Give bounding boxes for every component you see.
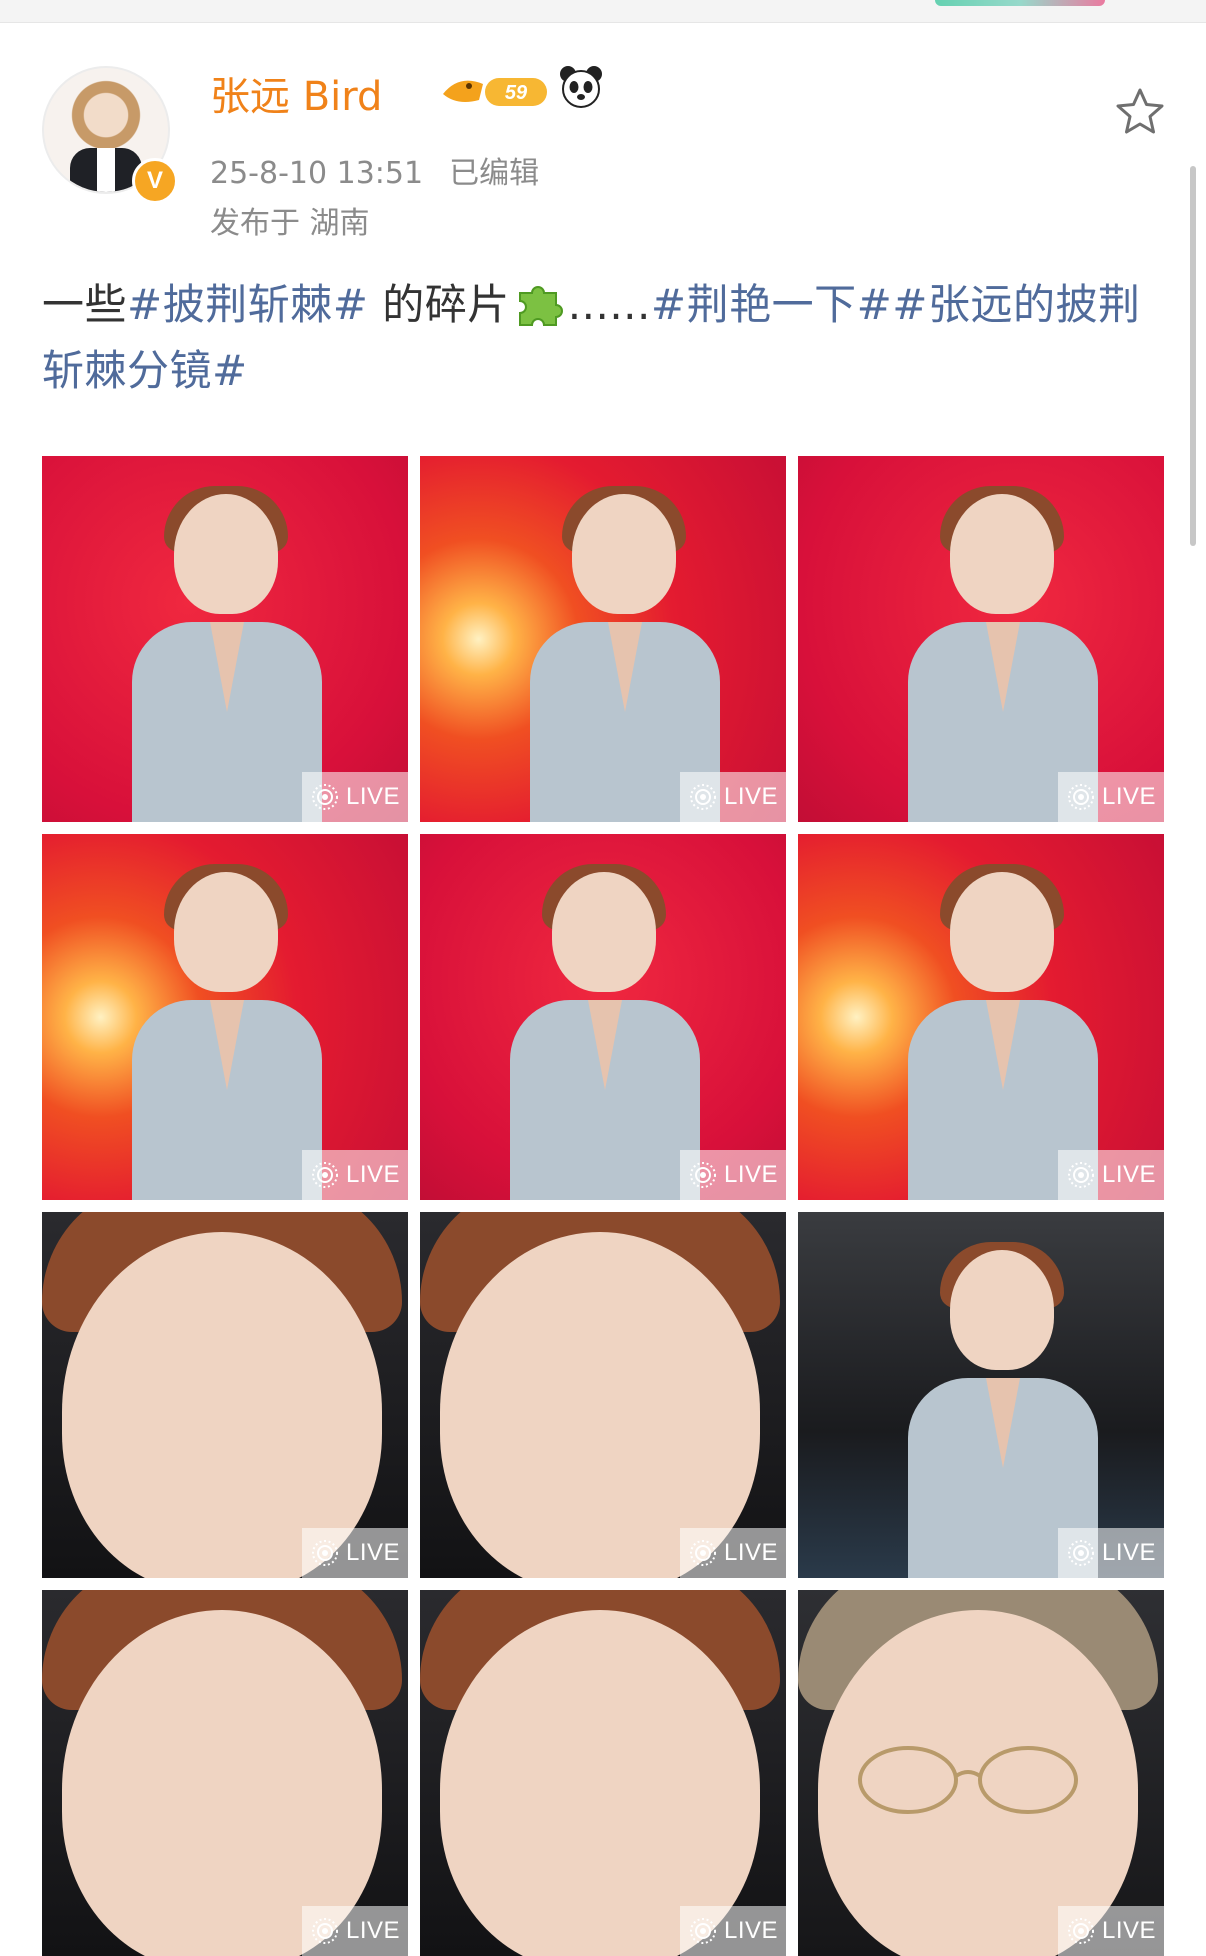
live-icon (1067, 1540, 1094, 1566)
post-image[interactable]: LIVE (798, 1212, 1164, 1578)
post-meta: 25-8-10 13:51 已编辑 (210, 148, 539, 192)
photo-subject (420, 1590, 780, 1956)
vip-badge-icon[interactable]: 59 (439, 70, 551, 110)
live-label: LIVE (1101, 1917, 1157, 1944)
photo-subject (42, 1212, 402, 1578)
post-header: V 张远 Bird 59 25-8-10 13:51 已编辑 发布于 湖南 (42, 62, 1164, 242)
live-icon (1067, 1918, 1094, 1944)
live-icon (1067, 784, 1094, 810)
live-label: LIVE (345, 1917, 401, 1944)
image-grid: LIVE LIVE LIVE LIVE LIVE LIVE LIVE LIVE … (42, 456, 1164, 1956)
live-badge: LIVE (680, 772, 786, 822)
live-icon (311, 1540, 338, 1566)
live-badge: LIVE (302, 1150, 408, 1200)
post-image[interactable]: LIVE (420, 1590, 786, 1956)
post-image[interactable]: LIVE (42, 1590, 408, 1956)
live-icon (689, 1540, 716, 1566)
live-label: LIVE (723, 1539, 779, 1566)
author-name[interactable]: 张远 Bird (210, 64, 382, 122)
head (950, 494, 1054, 614)
edited-label: 已编辑 (449, 156, 540, 191)
avatar-shirt (97, 148, 115, 192)
top-edge (0, 0, 1206, 23)
live-label: LIVE (345, 1161, 401, 1188)
vip-level: 59 (505, 82, 528, 104)
live-badge: LIVE (302, 1528, 408, 1578)
post-image[interactable]: LIVE (42, 1212, 408, 1578)
post-timestamp: 25-8-10 13:51 (210, 156, 424, 191)
photo-subject (42, 1590, 402, 1956)
head (174, 872, 278, 992)
live-badge: LIVE (1058, 772, 1164, 822)
face (62, 1232, 382, 1578)
post-image[interactable]: LIVE (798, 1590, 1164, 1956)
live-icon (689, 784, 716, 810)
head (572, 494, 676, 614)
head (950, 1250, 1054, 1370)
live-label: LIVE (723, 1161, 779, 1188)
glasses-icon (858, 1746, 1078, 1814)
head (552, 872, 656, 992)
live-badge: LIVE (680, 1150, 786, 1200)
live-icon (1067, 1162, 1094, 1188)
verified-badge-icon: V (132, 158, 178, 204)
live-icon (689, 1918, 716, 1944)
post-location: 发布于 湖南 (210, 206, 370, 241)
live-badge: LIVE (1058, 1906, 1164, 1956)
text-prefix: 一些 (42, 280, 128, 329)
live-label: LIVE (1101, 1161, 1157, 1188)
puzzle-icon (518, 286, 563, 326)
live-label: LIVE (723, 1917, 779, 1944)
photo-subject (510, 864, 700, 1200)
panda-icon (560, 66, 602, 108)
face (440, 1610, 760, 1956)
live-badge: LIVE (302, 772, 408, 822)
sequined-jacket (132, 622, 322, 822)
text-middle: 的碎片 (368, 280, 510, 329)
live-label: LIVE (1101, 783, 1157, 810)
hashtag-link[interactable]: #披荆斩棘# (127, 280, 368, 329)
post-image[interactable]: LIVE (420, 456, 786, 822)
live-icon (311, 1918, 338, 1944)
live-icon (689, 1162, 716, 1188)
live-label: LIVE (1101, 1539, 1157, 1566)
photo-subject (798, 1590, 1158, 1956)
post-image[interactable]: LIVE (42, 834, 408, 1200)
live-label: LIVE (723, 783, 779, 810)
suit-jacket (132, 1000, 322, 1200)
photo-subject (132, 486, 322, 822)
text-ellipsis: ...... (567, 280, 651, 329)
live-badge: LIVE (680, 1528, 786, 1578)
top-banner-sliver (935, 0, 1105, 6)
star-icon[interactable] (1112, 84, 1168, 140)
live-icon (311, 1162, 338, 1188)
live-label: LIVE (345, 1539, 401, 1566)
live-badge: LIVE (680, 1906, 786, 1956)
sequined-jacket (510, 1000, 700, 1200)
post-image[interactable]: LIVE (42, 456, 408, 822)
head (950, 872, 1054, 992)
post-image[interactable]: LIVE (798, 456, 1164, 822)
scrollbar[interactable] (1190, 166, 1196, 546)
live-badge: LIVE (302, 1906, 408, 1956)
face (440, 1232, 760, 1578)
post-image[interactable]: LIVE (798, 834, 1164, 1200)
post-image[interactable]: LIVE (420, 834, 786, 1200)
hashtag-link[interactable]: #荆艳一下# (651, 280, 892, 329)
face (62, 1610, 382, 1956)
live-icon (311, 784, 338, 810)
post-text: 一些#披荆斩棘# 的碎片 ......#荆艳一下##张远的披荆斩棘分镜# (42, 272, 1162, 404)
post-image[interactable]: LIVE (420, 1212, 786, 1578)
photo-subject (420, 1212, 780, 1578)
live-badge: LIVE (1058, 1150, 1164, 1200)
live-label: LIVE (345, 783, 401, 810)
head (174, 494, 278, 614)
photo-subject (132, 864, 322, 1200)
live-badge: LIVE (1058, 1528, 1164, 1578)
